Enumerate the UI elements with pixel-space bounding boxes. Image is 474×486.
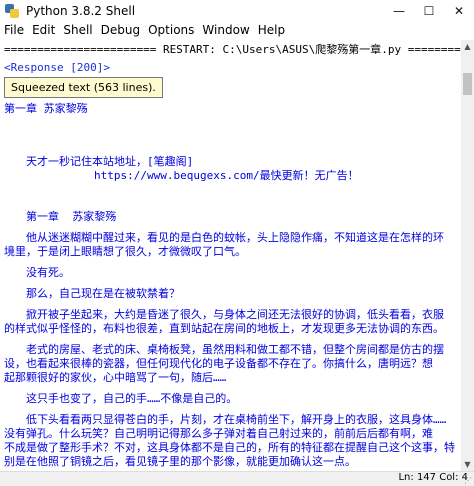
chapter-heading: 第一章 苏家黎殇: [4, 102, 88, 115]
squeezed-text-button[interactable]: Squeezed text (563 lines).: [4, 77, 163, 98]
menu-file[interactable]: File: [0, 22, 28, 40]
paragraph-line: 起那颗很好的家伙，心中暗骂了一句，随后……: [4, 371, 227, 384]
vertical-scrollbar[interactable]: ▲ ▼: [461, 40, 474, 471]
menu-help[interactable]: Help: [254, 22, 289, 40]
chapter-heading-2: 第一章 苏家黎殇: [26, 210, 117, 223]
scroll-down-icon[interactable]: ▼: [461, 458, 474, 471]
maximize-button[interactable]: ☐: [414, 0, 444, 22]
scroll-thumb[interactable]: [463, 73, 472, 95]
title-bar: Python 3.8.2 Shell — ☐ ✕: [0, 0, 474, 22]
response-line: <Response [200]>: [4, 61, 110, 74]
menu-options[interactable]: Options: [144, 22, 198, 40]
restart-line: ======================= RESTART: C:\User…: [4, 43, 461, 56]
python-icon: [5, 4, 19, 18]
paragraph-line: 那么，自己现在是在被软禁着？: [26, 287, 180, 300]
cursor-position: Ln: 147 Col: 4: [398, 472, 468, 483]
ad-line-2: https://www.bequgexs.com/最快更新！无广告！: [94, 169, 359, 182]
paragraph-line: 没有死。: [26, 266, 70, 279]
paragraph-line: 别是在他照了铜镜之后，看见镜子里的那个影像，就能更加确认这一点。: [4, 455, 356, 468]
menu-debug[interactable]: Debug: [97, 22, 144, 40]
shell-editor[interactable]: ======================= RESTART: C:\User…: [0, 40, 461, 471]
window-title: Python 3.8.2 Shell: [26, 4, 136, 18]
scroll-up-icon[interactable]: ▲: [461, 40, 474, 53]
menu-bar: File Edit Shell Debug Options Window Hel…: [0, 22, 474, 40]
paragraph-line: 境里，于是闭上眼睛想了很久，才微微叹了口气。: [4, 245, 246, 258]
menu-shell[interactable]: Shell: [59, 22, 96, 40]
close-button[interactable]: ✕: [444, 0, 474, 22]
status-bar: Ln: 147 Col: 4 ⋰: [0, 471, 474, 486]
paragraph-line: 的样式似乎怪怪的，布料也很差，直到站起在房间的地板上，才发现更多无法协调的东西。: [4, 322, 444, 335]
menu-window[interactable]: Window: [198, 22, 253, 40]
minimize-button[interactable]: —: [384, 0, 414, 22]
paragraph-line: 这只手也变了，自己的手……不像是自己的。: [26, 392, 238, 405]
menu-edit[interactable]: Edit: [28, 22, 59, 40]
